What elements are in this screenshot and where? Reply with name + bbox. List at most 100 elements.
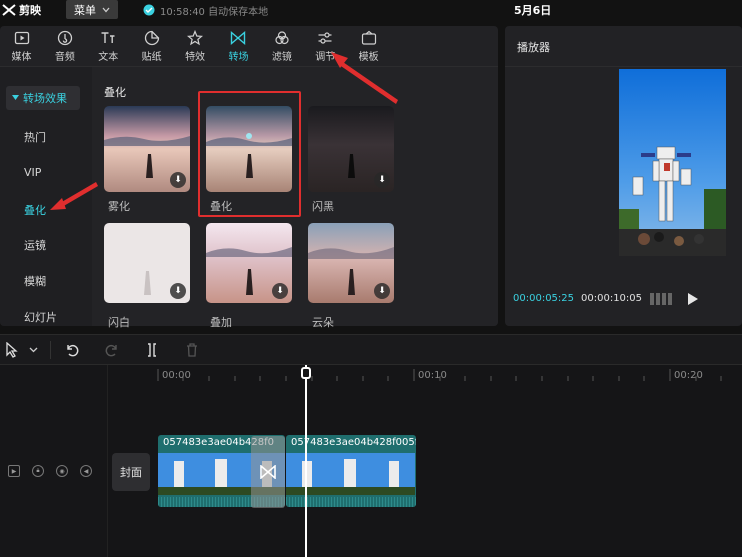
playhead-line[interactable]: [305, 365, 307, 557]
check-circle-icon: [143, 4, 155, 16]
tab-audio[interactable]: 音频: [43, 26, 86, 66]
tab-sticker[interactable]: 贴纸: [130, 26, 173, 66]
undo-icon[interactable]: [64, 342, 80, 358]
app-logo: 剪映: [0, 0, 56, 20]
sidebar-item-hot[interactable]: 热门: [24, 129, 46, 145]
lock-icon[interactable]: 🔒︎: [32, 465, 44, 477]
download-icon[interactable]: ⬇: [374, 172, 390, 188]
autosave-status: 10:58:40 自动保存本地: [143, 0, 268, 20]
timeline-area: 00:00 00:10 00:20 ▶ 🔒︎ ◉ ◀ 封面 057483e3ae…: [0, 364, 742, 557]
current-timecode: 00:00:05:25: [513, 293, 575, 304]
transition-card-label: 叠加: [210, 316, 232, 329]
sidebar-item-blur[interactable]: 模糊: [24, 273, 46, 289]
filmstrip-frame: [286, 453, 329, 495]
track-thumbnail-toggle-icon[interactable]: ▶: [8, 465, 20, 477]
track-header-column: [0, 365, 108, 557]
clip-title: 057483e3ae04b428f005f6: [291, 437, 416, 448]
sidebar-item-vip[interactable]: VIP: [24, 166, 41, 179]
download-icon[interactable]: ⬇: [272, 283, 288, 299]
split-icon[interactable]: [144, 342, 160, 358]
tab-filter-label: 滤镜: [271, 51, 292, 63]
ruler-label: 00:00: [162, 370, 191, 381]
download-icon[interactable]: ⬇: [170, 283, 186, 299]
transition-card-fog[interactable]: ⬇: [104, 106, 190, 192]
playhead-handle[interactable]: [301, 367, 311, 379]
transition-marker[interactable]: [251, 436, 285, 508]
download-icon[interactable]: ⬇: [170, 172, 186, 188]
sidebar-item-dissolve[interactable]: 叠化: [24, 202, 46, 218]
effects-icon: [187, 29, 204, 45]
app-name: 剪映: [19, 4, 41, 17]
transition-card-cloud[interactable]: ⬇: [308, 223, 394, 303]
project-title: 5月6日: [514, 4, 552, 17]
transition-card-flash-white[interactable]: ⬇: [104, 223, 190, 303]
tab-audio-label: 音频: [54, 51, 75, 63]
video-frame: [619, 69, 726, 256]
sidebar-item-camera-motion[interactable]: 运镜: [24, 237, 46, 253]
ruler-label: 00:10: [418, 370, 447, 381]
filmstrip-frame: [201, 453, 244, 495]
menu-button[interactable]: 菜单: [66, 0, 118, 19]
player-panel: 播放器 00:00:05:25 00:00:10:05: [505, 26, 742, 326]
tab-adjust-label: 调节: [315, 51, 336, 63]
video-preview[interactable]: [619, 69, 726, 256]
tab-media[interactable]: 媒体: [0, 26, 43, 66]
transition-card-label: 闪黑: [312, 200, 334, 213]
template-icon: [361, 30, 376, 45]
filmstrip-frame: [329, 453, 372, 495]
player-title: 播放器: [517, 41, 550, 54]
cover-button[interactable]: 封面: [112, 453, 150, 491]
tab-media-label: 媒体: [11, 51, 32, 63]
transition-card-label: 云朵: [312, 316, 334, 329]
total-duration: 00:00:10:05: [581, 293, 643, 304]
redo-icon[interactable]: [104, 342, 120, 358]
transition-card-label: 雾化: [108, 200, 130, 213]
filter-icon: [275, 30, 289, 44]
transition-card-flash-black[interactable]: ⬇: [308, 106, 394, 192]
section-title: 叠化: [104, 86, 126, 99]
bowtie-icon: [260, 465, 276, 479]
delete-icon[interactable]: [184, 342, 200, 358]
transition-category-sidebar: 转场效果 热门 VIP 叠化 运镜 模糊 幻灯片: [0, 67, 92, 326]
autosave-text: 10:58:40 自动保存本地: [160, 6, 269, 18]
volume-icon[interactable]: ◀: [80, 465, 92, 477]
menu-button-label: 菜单: [74, 3, 96, 17]
sticker-icon: [144, 30, 159, 45]
ruler-label: 00:20: [674, 370, 703, 381]
tab-effects[interactable]: 特效: [174, 26, 217, 66]
select-cursor-icon[interactable]: [5, 342, 19, 358]
eye-icon[interactable]: ◉: [56, 465, 68, 477]
tab-text[interactable]: 文本: [87, 26, 130, 66]
transition-card-label: 闪白: [108, 316, 130, 329]
adjust-icon: [318, 31, 332, 44]
filmstrip-frame: [372, 453, 415, 495]
filmstrip-frame: [158, 453, 201, 495]
selected-card-highlight: [198, 91, 301, 217]
tab-template-label: 模板: [358, 51, 379, 63]
tab-filter[interactable]: 滤镜: [260, 26, 303, 66]
capcut-logo-icon: [2, 4, 16, 16]
player-divider: [505, 66, 742, 67]
chevron-down-icon: [102, 7, 110, 12]
tab-sticker-label: 贴纸: [141, 51, 162, 63]
play-icon[interactable]: [687, 292, 699, 306]
chevron-down-icon[interactable]: [29, 347, 38, 353]
media-icon: [14, 31, 29, 44]
audio-icon: [57, 30, 73, 45]
tab-transition[interactable]: 转场: [217, 26, 260, 66]
waveform-grid-icon[interactable]: [650, 291, 672, 307]
timeline-toolbar: [0, 334, 742, 364]
download-icon[interactable]: ⬇: [374, 283, 390, 299]
caret-down-icon: [12, 95, 19, 100]
time-ruler[interactable]: [156, 365, 742, 381]
transition-card-overlay[interactable]: ⬇: [206, 223, 292, 303]
sidebar-item-slideshow[interactable]: 幻灯片: [24, 309, 57, 325]
text-icon: [101, 31, 115, 43]
tab-text-label: 文本: [98, 51, 119, 63]
tab-adjust[interactable]: 调节: [304, 26, 347, 66]
transition-icon: [231, 30, 246, 45]
sidebar-header-label: 转场效果: [23, 92, 67, 105]
sidebar-header-transition-effects[interactable]: 转场效果: [6, 86, 80, 110]
tab-template[interactable]: 模板: [347, 26, 390, 66]
tab-transition-label: 转场: [228, 51, 249, 63]
